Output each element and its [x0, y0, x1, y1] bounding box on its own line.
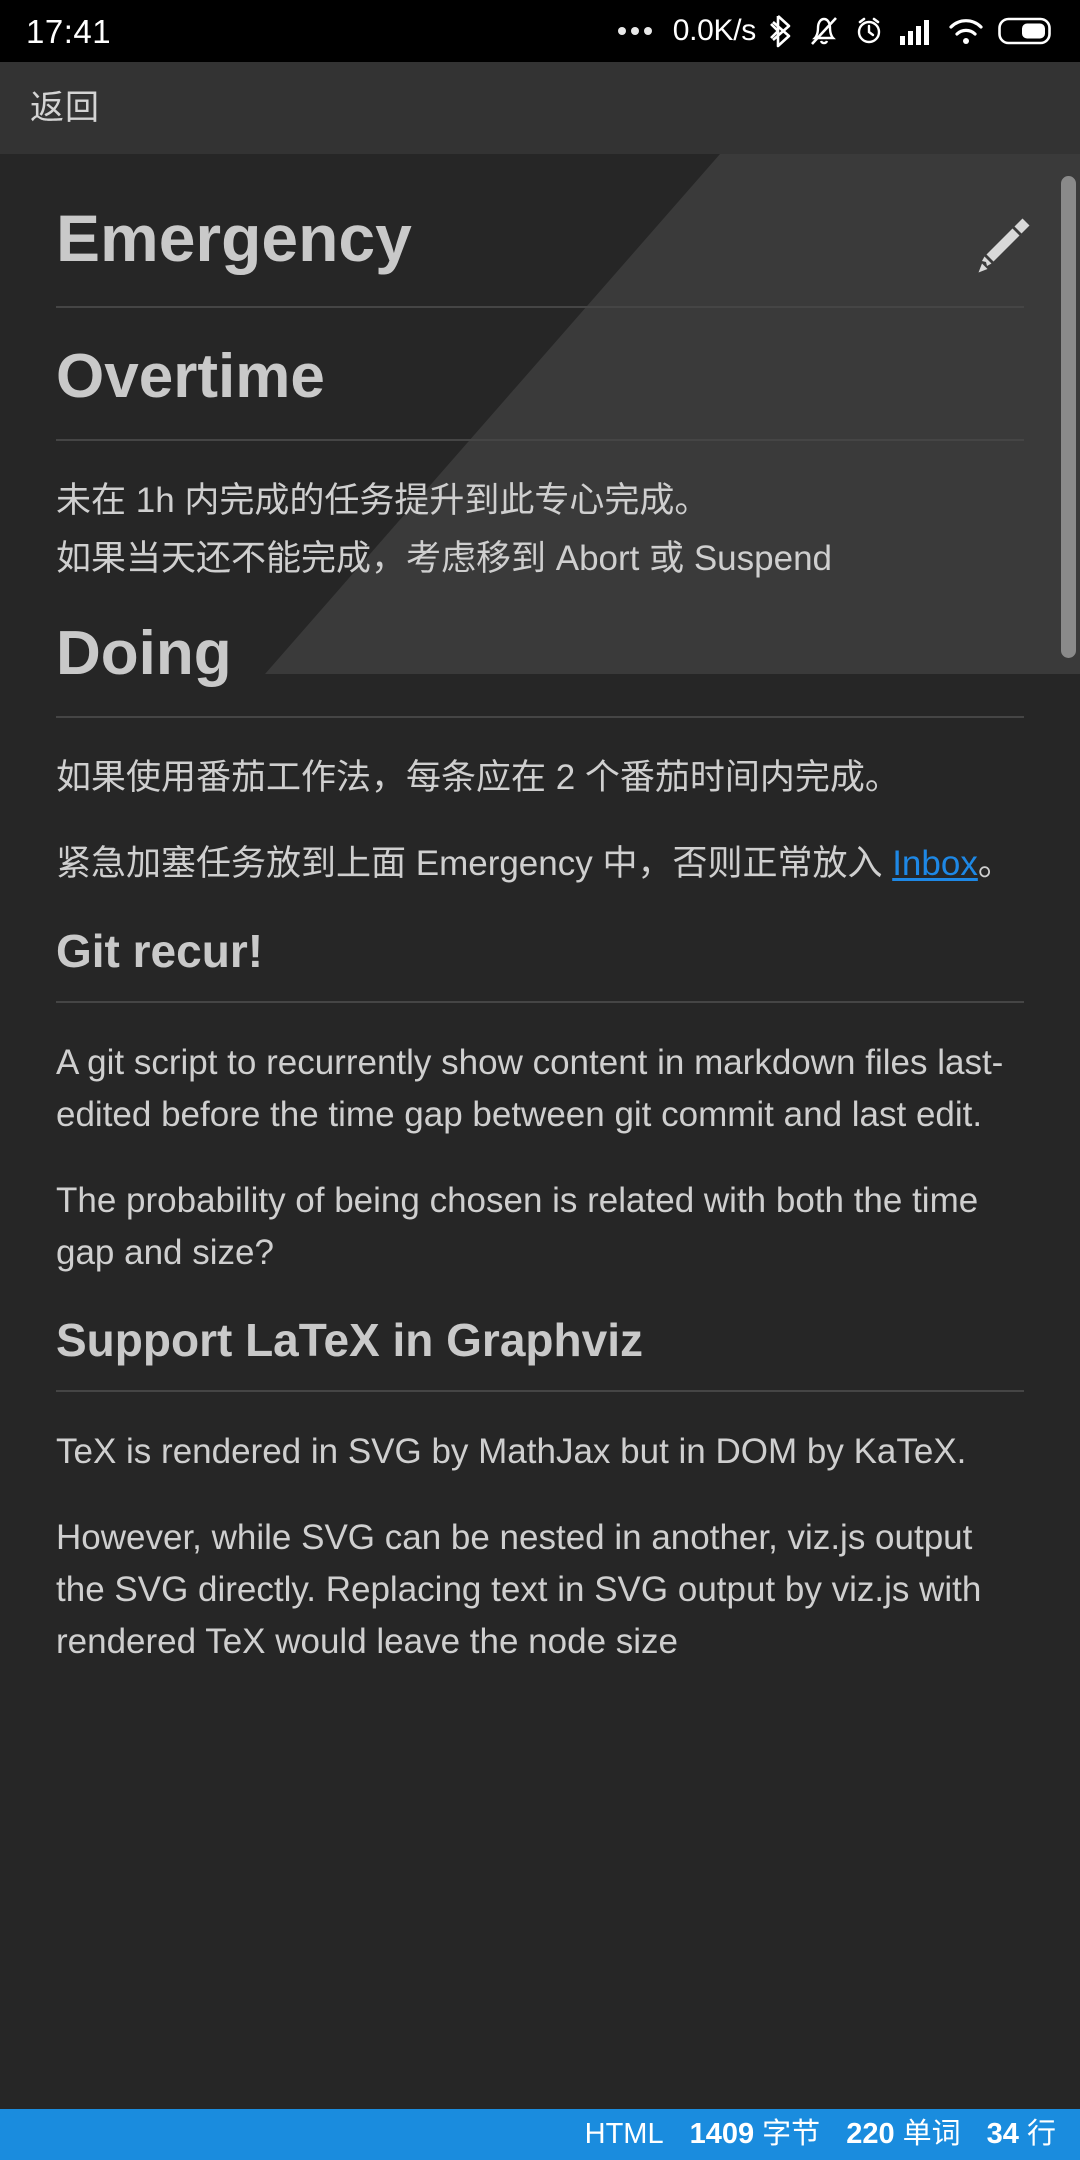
heading-doing: Doing	[56, 585, 1024, 719]
back-button[interactable]: 返回	[30, 91, 100, 125]
network-speed-label: 0.0K/s	[672, 14, 757, 47]
wifi-icon	[949, 19, 983, 44]
status-words: 220 单词	[846, 2120, 960, 2149]
status-bytes-unit: 字节	[762, 2118, 821, 2150]
battery-icon	[998, 17, 1051, 45]
app-root: 17:41 0.0K/s 返回 Emergency Overtime 未在 1h…	[0, 0, 1080, 2160]
status-lines: 34 行	[987, 2120, 1056, 2149]
markdown-content: Emergency Overtime 未在 1h 内完成的任务提升到此专心完成。…	[0, 154, 1080, 1667]
status-words-unit: 单词	[902, 2118, 961, 2150]
paragraph-git-recur-1: A git script to recurrently show content…	[56, 1043, 1004, 1135]
paragraph-latex-1: TeX is rendered in SVG by MathJax but in…	[56, 1432, 967, 1472]
paragraph-doing-2-after: 。	[977, 844, 1013, 884]
status-words-value: 220	[846, 2118, 895, 2150]
heading-emergency: Emergency	[56, 154, 1024, 308]
alarm-clock-icon	[857, 17, 881, 44]
inbox-link[interactable]: Inbox	[892, 844, 978, 883]
paragraph-doing-2-before: 紧急加塞任务放到上面 Emergency 中，否则正常放入	[56, 844, 893, 884]
system-status-icons: 0.0K/s	[617, 12, 1054, 50]
pencil-icon[interactable]	[966, 210, 1038, 282]
system-clock: 17:41	[26, 12, 112, 50]
editor-status-bar: HTML 1409 字节 220 单词 34 行	[0, 2109, 1080, 2160]
paragraph-doing-1: 如果使用番茄工作法，每条应在 2 个番茄时间内完成。	[56, 758, 900, 798]
paragraph-overtime-2: 如果当天还不能完成，考虑移到 Abort 或 Suspend	[56, 539, 832, 579]
status-lines-value: 34	[986, 2118, 1019, 2150]
heading-overtime: Overtime	[56, 308, 1024, 442]
status-lines-unit: 行	[1026, 2118, 1056, 2150]
paragraph-overtime-1: 未在 1h 内完成的任务提升到此专心完成。	[56, 481, 710, 521]
paragraph-latex-2: However, while SVG can be nested in anot…	[56, 1517, 982, 1661]
system-status-bar: 17:41 0.0K/s	[0, 0, 1080, 62]
document-scroll-area[interactable]: Emergency Overtime 未在 1h 内完成的任务提升到此专心完成。…	[0, 154, 1080, 2109]
status-bytes-value: 1409	[689, 2118, 755, 2150]
paragraph-git-recur-2: The probability of being chosen is relat…	[56, 1181, 979, 1272]
app-top-bar: 返回	[0, 62, 1080, 154]
mute-bell-icon	[811, 17, 837, 45]
heading-support-latex-graphviz: Support LaTeX in Graphviz	[56, 1279, 1024, 1393]
status-bytes: 1409 字节	[690, 2120, 821, 2149]
more-dots-icon	[617, 27, 652, 35]
heading-git-recur: Git recur!	[56, 890, 1024, 1004]
status-filetype: HTML	[584, 2118, 664, 2150]
bluetooth-icon	[770, 15, 791, 48]
signal-bars-icon	[900, 20, 929, 45]
paragraph-doing-2: 紧急加塞任务放到上面 Emergency 中，否则正常放入 Inbox。	[56, 838, 1024, 890]
